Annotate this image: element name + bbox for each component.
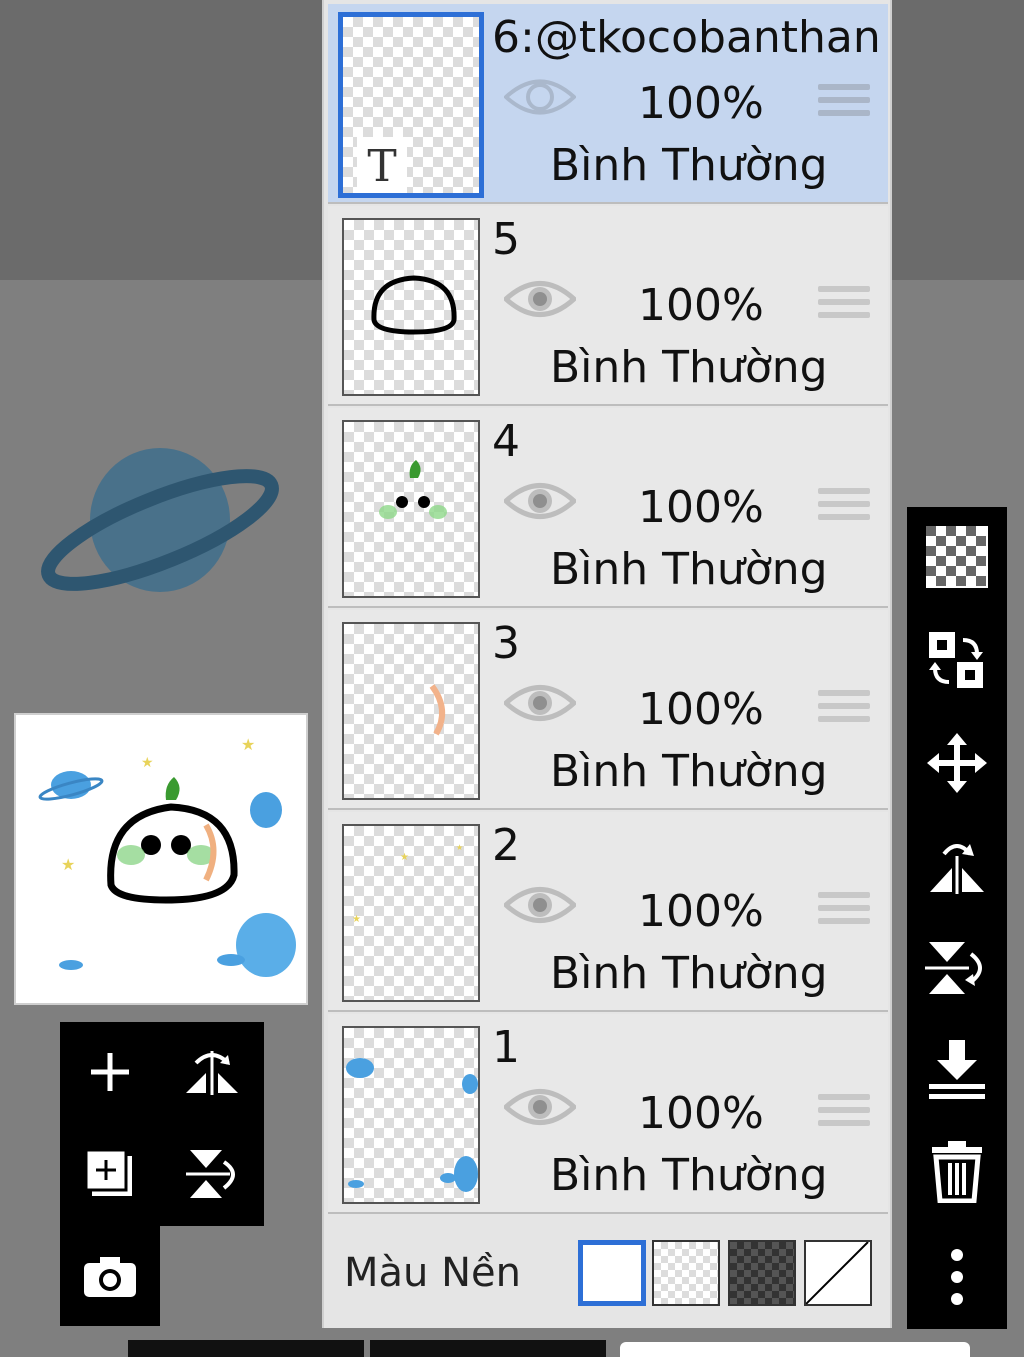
layer-name: 1 xyxy=(492,1022,520,1073)
transparency-button[interactable] xyxy=(907,507,1007,607)
flip-horizontal-button[interactable] xyxy=(907,815,1007,915)
layer-blend-mode[interactable]: Bình Thường xyxy=(550,746,828,797)
svg-text:★: ★ xyxy=(456,843,463,852)
eye-icon[interactable] xyxy=(504,478,576,524)
layer-row[interactable]: 5 100% Bình Thường xyxy=(328,206,888,406)
layer-1-art xyxy=(346,1058,478,1192)
left-toolbar-camera xyxy=(60,1226,160,1326)
layer-name: 3 xyxy=(492,618,520,669)
layer-blend-mode[interactable]: Bình Thường xyxy=(550,342,828,393)
layer-opacity[interactable]: 100% xyxy=(638,886,764,937)
eye-icon[interactable] xyxy=(504,1084,576,1130)
drag-handle-icon[interactable] xyxy=(818,892,870,932)
add-copy-layer-icon xyxy=(84,1148,132,1196)
delete-layer-button[interactable] xyxy=(907,1121,1007,1221)
layer-thumbnail xyxy=(342,1026,480,1204)
layer-name: 6:@tkocobanthan xyxy=(492,12,881,63)
layer-row[interactable]: T 6:@tkocobanthan 100% Bình Thường xyxy=(328,4,888,204)
eye-icon[interactable] xyxy=(504,680,576,726)
layer-blend-mode[interactable]: Bình Thường xyxy=(550,1150,828,1201)
drag-handle-icon[interactable] xyxy=(818,488,870,528)
layer-blend-mode[interactable]: Bình Thường xyxy=(550,140,828,191)
flip-vertical-icon xyxy=(186,1150,235,1198)
flip-layer-vertical-button[interactable] xyxy=(162,1124,262,1224)
eye-icon[interactable] xyxy=(504,276,576,322)
layer-opacity[interactable]: 100% xyxy=(638,1088,764,1139)
layer-thumbnail: T xyxy=(338,12,484,198)
background-color-label: Màu Nền xyxy=(344,1250,521,1296)
flip-vertical-button[interactable] xyxy=(907,917,1007,1017)
background-dark-checker-swatch[interactable] xyxy=(728,1240,796,1306)
merge-down-icon xyxy=(929,1040,985,1099)
layer-row[interactable]: ★ ★ ★ 2 100% Bình Thường xyxy=(328,812,888,1012)
layer-4-art xyxy=(379,460,447,519)
drag-handle-icon[interactable] xyxy=(818,286,870,326)
svg-text:★: ★ xyxy=(61,855,75,874)
layer-3-art xyxy=(429,684,445,736)
eye-icon[interactable] xyxy=(504,74,576,120)
layer-opacity[interactable]: 100% xyxy=(638,280,764,331)
left-toolbar xyxy=(60,1022,264,1226)
flip-horizontal-icon xyxy=(186,1051,238,1095)
svg-text:★: ★ xyxy=(352,914,361,925)
camera-icon xyxy=(84,1257,136,1297)
text-layer-glyph: T xyxy=(357,137,407,193)
transparency-icon xyxy=(926,526,988,588)
background-color-row: Màu Nền xyxy=(324,1220,890,1326)
layer-opacity[interactable]: 100% xyxy=(638,482,764,533)
flip-layer-horizontal-button[interactable] xyxy=(162,1022,262,1122)
layer-thumbnail xyxy=(342,420,480,598)
layer-name: 5 xyxy=(492,214,520,265)
no-background-icon xyxy=(805,1241,869,1305)
layer-opacity[interactable]: 100% xyxy=(638,684,764,735)
move-button[interactable] xyxy=(907,713,1007,813)
right-toolbar xyxy=(907,507,1007,1329)
camera-button[interactable] xyxy=(60,1226,160,1326)
swap-icon xyxy=(929,632,983,688)
add-layer-icon xyxy=(91,1053,129,1091)
move-icon xyxy=(927,733,987,793)
drag-handle-icon[interactable] xyxy=(818,690,870,730)
canvas-planet-art xyxy=(41,448,279,592)
swap-button[interactable] xyxy=(907,611,1007,711)
background-white-swatch[interactable] xyxy=(578,1240,646,1306)
add-layer-button[interactable] xyxy=(60,1022,160,1122)
layer-opacity[interactable]: 100% xyxy=(638,78,764,129)
layer-5-art xyxy=(371,275,457,335)
layer-blend-mode[interactable]: Bình Thường xyxy=(550,948,828,999)
layer-name: 2 xyxy=(492,820,520,871)
layer-thumbnail: ★ ★ ★ xyxy=(342,824,480,1002)
flip-vertical-icon xyxy=(925,942,982,994)
background-none-swatch[interactable] xyxy=(804,1240,872,1306)
flip-horizontal-icon xyxy=(930,844,984,894)
eye-icon[interactable] xyxy=(504,882,576,928)
svg-text:★: ★ xyxy=(241,735,255,754)
layer-name: 4 xyxy=(492,416,520,467)
canvas-preview[interactable]: ★ ★ ★ xyxy=(14,713,308,1005)
merge-down-button[interactable] xyxy=(907,1019,1007,1119)
drag-handle-icon[interactable] xyxy=(818,84,870,124)
bottom-tab-left[interactable] xyxy=(128,1340,364,1357)
preview-illustration: ★ ★ ★ xyxy=(38,735,296,977)
trash-icon xyxy=(932,1141,982,1203)
bottom-tab-right[interactable] xyxy=(620,1342,970,1357)
layer-row[interactable]: 1 100% Bình Thường xyxy=(328,1014,888,1214)
more-icon xyxy=(951,1249,963,1305)
more-options-button[interactable] xyxy=(907,1227,1007,1327)
layer-thumbnail xyxy=(342,622,480,800)
layer-row[interactable]: 4 100% Bình Thường xyxy=(328,408,888,608)
svg-text:★: ★ xyxy=(141,755,154,771)
layer-2-art: ★ ★ ★ xyxy=(352,843,463,925)
drag-handle-icon[interactable] xyxy=(818,1094,870,1134)
layers-panel: T 6:@tkocobanthan 100% Bình Thường 5 100… xyxy=(322,0,892,1328)
layer-row[interactable]: 3 100% Bình Thường xyxy=(328,610,888,810)
layer-thumbnail xyxy=(342,218,480,396)
bottom-tab-middle[interactable] xyxy=(370,1340,606,1357)
svg-text:★: ★ xyxy=(400,852,409,863)
layer-blend-mode[interactable]: Bình Thường xyxy=(550,544,828,595)
background-transparent-swatch[interactable] xyxy=(652,1240,720,1306)
add-copy-layer-button[interactable] xyxy=(60,1124,160,1224)
